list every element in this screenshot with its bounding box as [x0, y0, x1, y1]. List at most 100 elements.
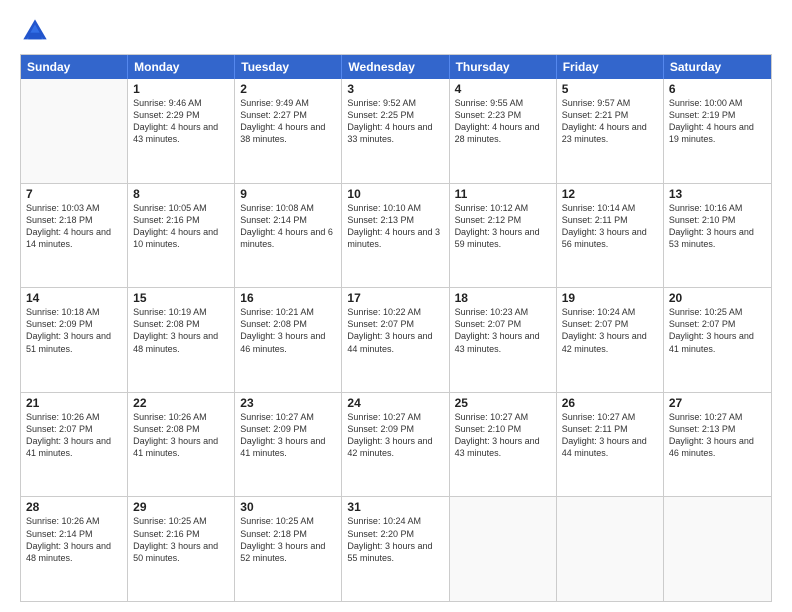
- cell-info: Sunrise: 10:27 AM Sunset: 2:09 PM Daylig…: [347, 411, 443, 460]
- day-number: 27: [669, 396, 766, 410]
- header-cell-friday: Friday: [557, 55, 664, 79]
- day-number: 19: [562, 291, 658, 305]
- calendar-cell-empty-4: [450, 497, 557, 601]
- cell-info: Sunrise: 10:27 AM Sunset: 2:11 PM Daylig…: [562, 411, 658, 460]
- cell-info: Sunrise: 9:57 AM Sunset: 2:21 PM Dayligh…: [562, 97, 658, 146]
- day-number: 3: [347, 82, 443, 96]
- day-number: 13: [669, 187, 766, 201]
- calendar-cell-27: 27Sunrise: 10:27 AM Sunset: 2:13 PM Dayl…: [664, 393, 771, 497]
- cell-info: Sunrise: 10:08 AM Sunset: 2:14 PM Daylig…: [240, 202, 336, 251]
- calendar-cell-26: 26Sunrise: 10:27 AM Sunset: 2:11 PM Dayl…: [557, 393, 664, 497]
- calendar-row-2: 14Sunrise: 10:18 AM Sunset: 2:09 PM Dayl…: [21, 288, 771, 393]
- day-number: 21: [26, 396, 122, 410]
- calendar-cell-24: 24Sunrise: 10:27 AM Sunset: 2:09 PM Dayl…: [342, 393, 449, 497]
- day-number: 7: [26, 187, 122, 201]
- calendar-cell-22: 22Sunrise: 10:26 AM Sunset: 2:08 PM Dayl…: [128, 393, 235, 497]
- logo-icon: [20, 16, 50, 46]
- cell-info: Sunrise: 10:25 AM Sunset: 2:07 PM Daylig…: [669, 306, 766, 355]
- calendar-cell-19: 19Sunrise: 10:24 AM Sunset: 2:07 PM Dayl…: [557, 288, 664, 392]
- calendar-cell-9: 9Sunrise: 10:08 AM Sunset: 2:14 PM Dayli…: [235, 184, 342, 288]
- day-number: 4: [455, 82, 551, 96]
- day-number: 23: [240, 396, 336, 410]
- cell-info: Sunrise: 10:25 AM Sunset: 2:18 PM Daylig…: [240, 515, 336, 564]
- calendar-cell-30: 30Sunrise: 10:25 AM Sunset: 2:18 PM Dayl…: [235, 497, 342, 601]
- cell-info: Sunrise: 10:25 AM Sunset: 2:16 PM Daylig…: [133, 515, 229, 564]
- cell-info: Sunrise: 9:46 AM Sunset: 2:29 PM Dayligh…: [133, 97, 229, 146]
- cell-info: Sunrise: 9:52 AM Sunset: 2:25 PM Dayligh…: [347, 97, 443, 146]
- day-number: 20: [669, 291, 766, 305]
- calendar-cell-empty-0: [21, 79, 128, 183]
- calendar-cell-21: 21Sunrise: 10:26 AM Sunset: 2:07 PM Dayl…: [21, 393, 128, 497]
- calendar-cell-empty-5: [557, 497, 664, 601]
- logo: [20, 16, 54, 46]
- calendar: SundayMondayTuesdayWednesdayThursdayFrid…: [20, 54, 772, 602]
- calendar-cell-18: 18Sunrise: 10:23 AM Sunset: 2:07 PM Dayl…: [450, 288, 557, 392]
- cell-info: Sunrise: 10:19 AM Sunset: 2:08 PM Daylig…: [133, 306, 229, 355]
- header-cell-saturday: Saturday: [664, 55, 771, 79]
- day-number: 8: [133, 187, 229, 201]
- day-number: 15: [133, 291, 229, 305]
- calendar-cell-2: 2Sunrise: 9:49 AM Sunset: 2:27 PM Daylig…: [235, 79, 342, 183]
- day-number: 1: [133, 82, 229, 96]
- calendar-cell-28: 28Sunrise: 10:26 AM Sunset: 2:14 PM Dayl…: [21, 497, 128, 601]
- header-cell-thursday: Thursday: [450, 55, 557, 79]
- calendar-cell-14: 14Sunrise: 10:18 AM Sunset: 2:09 PM Dayl…: [21, 288, 128, 392]
- cell-info: Sunrise: 10:24 AM Sunset: 2:07 PM Daylig…: [562, 306, 658, 355]
- calendar-cell-4: 4Sunrise: 9:55 AM Sunset: 2:23 PM Daylig…: [450, 79, 557, 183]
- calendar-cell-10: 10Sunrise: 10:10 AM Sunset: 2:13 PM Dayl…: [342, 184, 449, 288]
- calendar-cell-31: 31Sunrise: 10:24 AM Sunset: 2:20 PM Dayl…: [342, 497, 449, 601]
- cell-info: Sunrise: 10:03 AM Sunset: 2:18 PM Daylig…: [26, 202, 122, 251]
- calendar-body: 1Sunrise: 9:46 AM Sunset: 2:29 PM Daylig…: [21, 79, 771, 601]
- cell-info: Sunrise: 10:18 AM Sunset: 2:09 PM Daylig…: [26, 306, 122, 355]
- header: [20, 16, 772, 46]
- header-cell-wednesday: Wednesday: [342, 55, 449, 79]
- calendar-cell-8: 8Sunrise: 10:05 AM Sunset: 2:16 PM Dayli…: [128, 184, 235, 288]
- calendar-cell-3: 3Sunrise: 9:52 AM Sunset: 2:25 PM Daylig…: [342, 79, 449, 183]
- cell-info: Sunrise: 9:49 AM Sunset: 2:27 PM Dayligh…: [240, 97, 336, 146]
- cell-info: Sunrise: 10:00 AM Sunset: 2:19 PM Daylig…: [669, 97, 766, 146]
- calendar-cell-12: 12Sunrise: 10:14 AM Sunset: 2:11 PM Dayl…: [557, 184, 664, 288]
- cell-info: Sunrise: 10:26 AM Sunset: 2:07 PM Daylig…: [26, 411, 122, 460]
- cell-info: Sunrise: 10:12 AM Sunset: 2:12 PM Daylig…: [455, 202, 551, 251]
- cell-info: Sunrise: 10:21 AM Sunset: 2:08 PM Daylig…: [240, 306, 336, 355]
- day-number: 17: [347, 291, 443, 305]
- day-number: 11: [455, 187, 551, 201]
- calendar-cell-15: 15Sunrise: 10:19 AM Sunset: 2:08 PM Dayl…: [128, 288, 235, 392]
- calendar-cell-17: 17Sunrise: 10:22 AM Sunset: 2:07 PM Dayl…: [342, 288, 449, 392]
- day-number: 10: [347, 187, 443, 201]
- calendar-row-3: 21Sunrise: 10:26 AM Sunset: 2:07 PM Dayl…: [21, 393, 771, 498]
- calendar-row-0: 1Sunrise: 9:46 AM Sunset: 2:29 PM Daylig…: [21, 79, 771, 184]
- header-cell-tuesday: Tuesday: [235, 55, 342, 79]
- day-number: 5: [562, 82, 658, 96]
- day-number: 18: [455, 291, 551, 305]
- calendar-cell-25: 25Sunrise: 10:27 AM Sunset: 2:10 PM Dayl…: [450, 393, 557, 497]
- day-number: 2: [240, 82, 336, 96]
- day-number: 24: [347, 396, 443, 410]
- day-number: 6: [669, 82, 766, 96]
- cell-info: Sunrise: 10:24 AM Sunset: 2:20 PM Daylig…: [347, 515, 443, 564]
- calendar-cell-11: 11Sunrise: 10:12 AM Sunset: 2:12 PM Dayl…: [450, 184, 557, 288]
- calendar-cell-29: 29Sunrise: 10:25 AM Sunset: 2:16 PM Dayl…: [128, 497, 235, 601]
- cell-info: Sunrise: 10:16 AM Sunset: 2:10 PM Daylig…: [669, 202, 766, 251]
- calendar-cell-13: 13Sunrise: 10:16 AM Sunset: 2:10 PM Dayl…: [664, 184, 771, 288]
- day-number: 25: [455, 396, 551, 410]
- day-number: 9: [240, 187, 336, 201]
- cell-info: Sunrise: 10:05 AM Sunset: 2:16 PM Daylig…: [133, 202, 229, 251]
- calendar-row-1: 7Sunrise: 10:03 AM Sunset: 2:18 PM Dayli…: [21, 184, 771, 289]
- cell-info: Sunrise: 10:10 AM Sunset: 2:13 PM Daylig…: [347, 202, 443, 251]
- calendar-header-row: SundayMondayTuesdayWednesdayThursdayFrid…: [21, 55, 771, 79]
- day-number: 28: [26, 500, 122, 514]
- header-cell-monday: Monday: [128, 55, 235, 79]
- day-number: 31: [347, 500, 443, 514]
- cell-info: Sunrise: 9:55 AM Sunset: 2:23 PM Dayligh…: [455, 97, 551, 146]
- calendar-cell-1: 1Sunrise: 9:46 AM Sunset: 2:29 PM Daylig…: [128, 79, 235, 183]
- cell-info: Sunrise: 10:27 AM Sunset: 2:13 PM Daylig…: [669, 411, 766, 460]
- cell-info: Sunrise: 10:14 AM Sunset: 2:11 PM Daylig…: [562, 202, 658, 251]
- cell-info: Sunrise: 10:26 AM Sunset: 2:08 PM Daylig…: [133, 411, 229, 460]
- calendar-cell-5: 5Sunrise: 9:57 AM Sunset: 2:21 PM Daylig…: [557, 79, 664, 183]
- day-number: 14: [26, 291, 122, 305]
- calendar-cell-7: 7Sunrise: 10:03 AM Sunset: 2:18 PM Dayli…: [21, 184, 128, 288]
- calendar-cell-empty-6: [664, 497, 771, 601]
- calendar-cell-6: 6Sunrise: 10:00 AM Sunset: 2:19 PM Dayli…: [664, 79, 771, 183]
- header-cell-sunday: Sunday: [21, 55, 128, 79]
